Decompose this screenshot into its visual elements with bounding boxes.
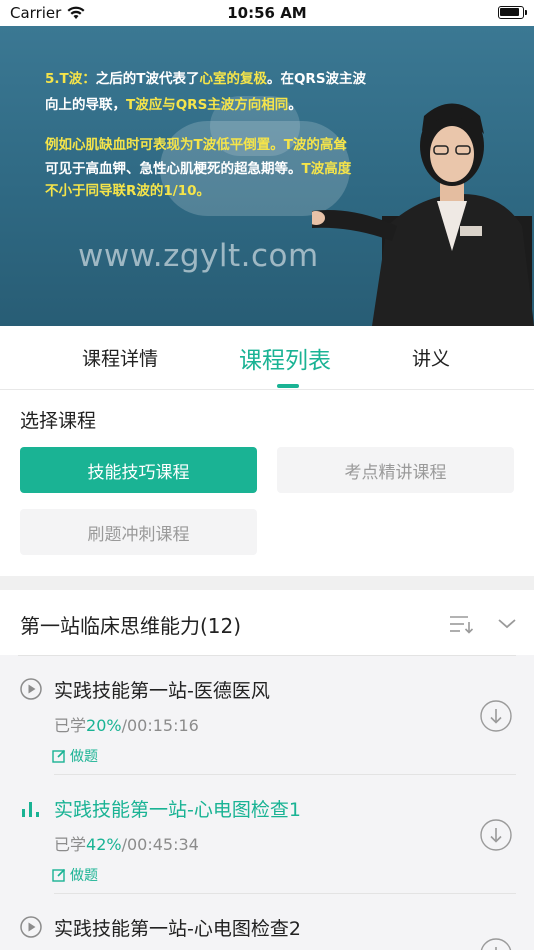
course-option-skills[interactable]: 技能技巧课程 [20, 447, 257, 493]
slide-text-segment: 可见于高血钾、急性心肌梗死的超急期等。 [45, 161, 302, 177]
lesson-duration: /00:45:34 [121, 835, 199, 854]
tab-course-list[interactable]: 课程列表 [239, 341, 331, 375]
lesson-duration: /00:15:16 [121, 716, 199, 735]
lesson-item-playing[interactable]: 实践技能第一站-心电图检查1 已学42%/00:45:34 做题 [0, 775, 534, 894]
presenter-figure [312, 103, 534, 326]
lesson-item[interactable]: 实践技能第一站-心电图检查2 [0, 894, 534, 950]
chapter-title[interactable]: 第一站临床思维能力(12) [20, 610, 241, 639]
slide-line: 例如心肌缺血时可表现为T波低平倒置。T波的高耸 [45, 136, 347, 154]
section-divider [0, 576, 534, 590]
progress-percent: 20% [86, 716, 122, 735]
slide-text-segment: 不小于同导联R波的1/10。 [45, 183, 211, 199]
lesson-item[interactable]: 实践技能第一站-医德医风 已学20%/00:15:16 做题 [0, 656, 534, 775]
tab-bar: 课程详情 课程列表 讲义 [0, 326, 534, 390]
slide-text-segment: 心室的复极 [199, 71, 267, 87]
download-icon[interactable] [480, 700, 512, 732]
status-time: 10:56 AM [227, 4, 307, 22]
battery-icon [498, 6, 527, 19]
slide-text-segment: 5.T波： [45, 71, 96, 87]
edit-icon [52, 749, 66, 763]
slide-text-segment: 之后的T波代表了 [95, 71, 200, 87]
tab-handouts[interactable]: 讲义 [412, 344, 450, 371]
video-player[interactable]: 5.T波：之后的T波代表了心室的复极。在QRS波主波 向上的导联，T波应与QRS主… [0, 26, 534, 326]
lesson-title: 实践技能第一站-心电图检查1 [54, 799, 301, 821]
lesson-title: 实践技能第一站-心电图检查2 [54, 918, 301, 940]
studied-label: 已学 [54, 716, 87, 735]
slide-line: 可见于高血钾、急性心肌梗死的超急期等。T波高度 [45, 160, 351, 178]
course-option-key-points[interactable]: 考点精讲课程 [277, 447, 514, 493]
chevron-down-icon[interactable] [496, 614, 518, 634]
play-circle-icon[interactable] [20, 916, 42, 938]
active-tab-indicator [277, 384, 299, 388]
slide-text-segment: 。 [288, 97, 302, 113]
slide-line: 向上的导联，T波应与QRS主波方向相同。 [45, 96, 302, 114]
course-option-practice[interactable]: 刷题冲刺课程 [20, 509, 257, 555]
slide-text-segment: T波应与QRS主波方向相同 [126, 97, 289, 113]
studied-label: 已学 [54, 835, 87, 854]
video-watermark: www.zgylt.com [78, 238, 319, 274]
battery-level [500, 8, 519, 16]
slide-line: 不小于同导联R波的1/10。 [45, 182, 210, 200]
slide-text-segment: 例如心肌缺血时可表现为T波低平倒置。T波的高耸 [45, 137, 347, 153]
download-icon[interactable] [480, 819, 512, 851]
status-bar: Carrier 10:56 AM [0, 0, 534, 26]
tab-course-details[interactable]: 课程详情 [82, 344, 158, 371]
edit-icon [52, 868, 66, 882]
download-icon[interactable] [480, 938, 512, 950]
slide-text-segment: 向上的导联， [45, 97, 126, 113]
play-circle-icon[interactable] [20, 678, 42, 700]
quiz-label: 做题 [70, 868, 98, 884]
lesson-progress: 已学20%/00:15:16 [54, 712, 199, 736]
lesson-title: 实践技能第一站-医德医风 [54, 680, 270, 702]
quiz-button[interactable]: 做题 [52, 865, 98, 885]
lesson-progress: 已学42%/00:45:34 [54, 831, 199, 855]
select-course-heading: 选择课程 [20, 410, 97, 432]
quiz-button[interactable]: 做题 [52, 746, 98, 766]
quiz-label: 做题 [70, 749, 98, 765]
sort-icon[interactable] [448, 613, 474, 635]
progress-percent: 42% [86, 835, 122, 854]
now-playing-icon [22, 802, 39, 817]
